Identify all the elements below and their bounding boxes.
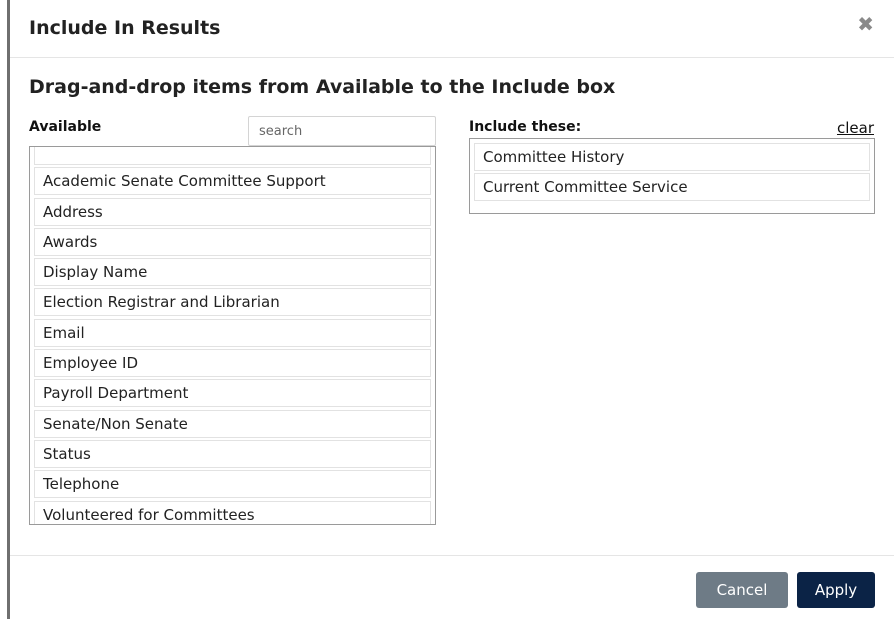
list-item[interactable]: Display Name — [34, 258, 431, 287]
list-item[interactable]: Senate/Non Senate — [34, 409, 431, 438]
include-label: Include these: — [469, 119, 582, 135]
list-item[interactable]: Status — [34, 439, 431, 468]
list-item-partial[interactable] — [34, 147, 431, 165]
include-list-box[interactable]: Committee History Current Committee Servi… — [469, 138, 875, 214]
modal-title: Include In Results — [29, 17, 221, 39]
list-item[interactable]: Telephone — [34, 470, 431, 499]
list-item[interactable]: Employee ID — [34, 349, 431, 378]
list-item[interactable]: Email — [34, 318, 431, 347]
list-item[interactable]: Academic Senate Committee Support — [34, 167, 431, 196]
available-list: Academic Senate Committee Support Address… — [34, 147, 431, 524]
modal-footer: Cancel Apply — [10, 555, 894, 619]
available-list-box[interactable]: Academic Senate Committee Support Address… — [29, 146, 436, 525]
apply-button[interactable]: Apply — [797, 572, 875, 608]
available-label: Available — [29, 119, 102, 135]
list-item[interactable]: Awards — [34, 227, 431, 256]
search-input[interactable] — [248, 116, 436, 146]
cancel-button[interactable]: Cancel — [696, 572, 788, 608]
list-item[interactable]: Address — [34, 197, 431, 226]
instruction-heading: Drag-and-drop items from Available to th… — [29, 76, 616, 98]
close-icon[interactable]: ✖ — [857, 14, 874, 34]
list-item[interactable]: Current Committee Service — [474, 173, 870, 201]
list-item[interactable]: Volunteered for Committees — [34, 500, 431, 524]
list-item[interactable]: Election Registrar and Librarian — [34, 288, 431, 317]
list-item[interactable]: Payroll Department — [34, 379, 431, 408]
modal-header: Include In Results ✖ — [10, 0, 894, 58]
list-item[interactable]: Committee History — [474, 143, 870, 171]
include-in-results-modal: Include In Results ✖ Drag-and-drop items… — [10, 0, 894, 619]
include-list: Committee History Current Committee Servi… — [474, 143, 870, 203]
clear-link[interactable]: clear — [837, 119, 874, 137]
